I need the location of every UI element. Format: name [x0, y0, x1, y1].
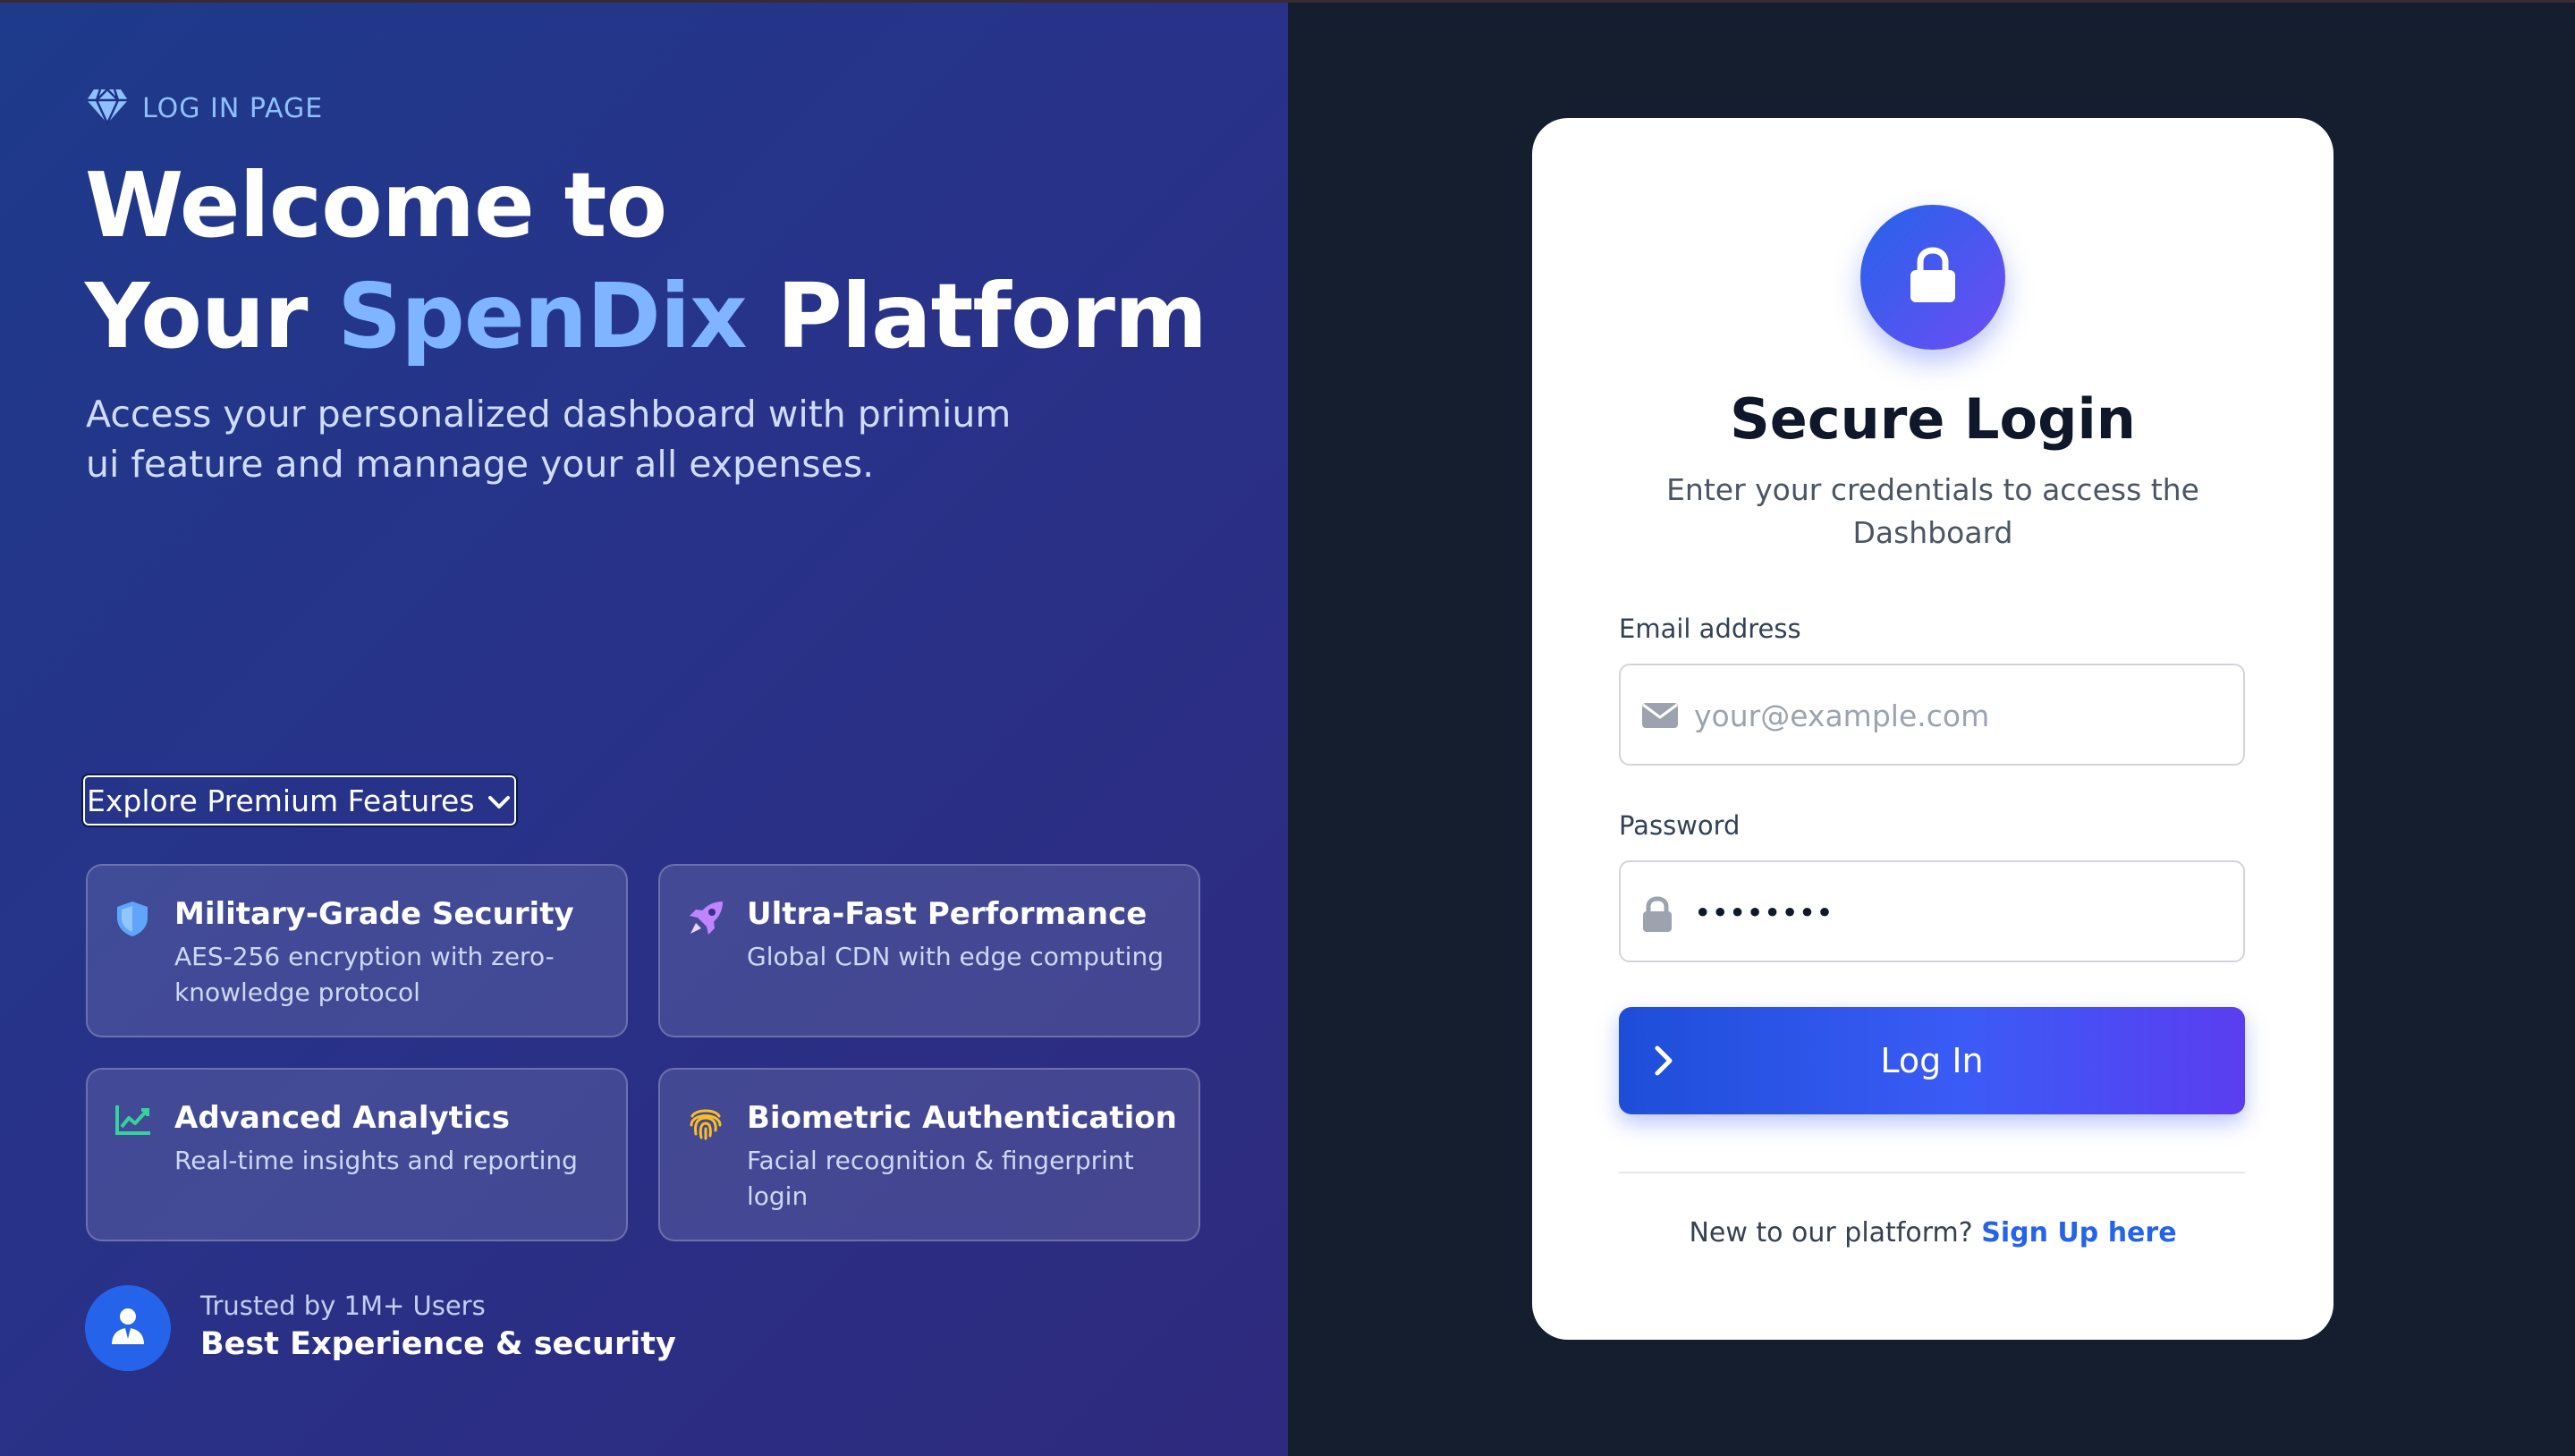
- signup-link[interactable]: Sign Up here: [1981, 1217, 2176, 1249]
- signup-prompt: New to our platform?: [1689, 1217, 1973, 1249]
- feature-description: Real-time insights and reporting: [174, 1146, 578, 1175]
- login-button[interactable]: Log In: [1619, 1007, 2245, 1114]
- login-subtitle: Enter your credentials to access the Das…: [1666, 472, 2199, 550]
- feature-description: AES-256 encryption with zero-knowledge p…: [174, 942, 555, 1007]
- shield-icon: [114, 900, 150, 936]
- login-card: Secure Login Enter your credentials to a…: [1532, 118, 2334, 1340]
- feature-title: Military-Grade Security: [174, 896, 574, 932]
- feature-description: Facial recognition & fingerprint login: [747, 1146, 1134, 1211]
- fingerprint-icon: [687, 1104, 723, 1140]
- lock-icon: [1906, 246, 1960, 309]
- password-field[interactable]: [1692, 862, 2232, 962]
- password-label: Password: [1619, 810, 1741, 841]
- envelope-icon: [1640, 699, 1680, 733]
- email-field-wrapper: [1619, 664, 2245, 766]
- chevron-down-icon: [487, 783, 511, 818]
- avatar: [85, 1285, 171, 1371]
- hero-panel: LOG IN PAGE Welcome to Your SpenDix Plat…: [0, 3, 1288, 1456]
- headline-line1: Welcome to: [85, 153, 667, 258]
- signup-row: New to our platform? Sign Up here: [1532, 1217, 2334, 1249]
- trust-headline: Best Experience & security: [200, 1326, 676, 1362]
- lock-icon: [1640, 896, 1674, 937]
- feature-card-performance: Ultra-Fast Performance Global CDN with e…: [658, 864, 1200, 1037]
- feature-title: Advanced Analytics: [174, 1100, 510, 1136]
- feature-description: Global CDN with edge computing: [747, 942, 1164, 971]
- login-panel: Secure Login Enter your credentials to a…: [1288, 3, 2575, 1456]
- feature-title: Biometric Authentication: [747, 1100, 1177, 1136]
- rocket-icon: [687, 900, 723, 935]
- chart-line-icon: [114, 1104, 150, 1139]
- feature-card-security: Military-Grade Security AES-256 encrypti…: [86, 864, 628, 1037]
- brand: LOG IN PAGE: [85, 88, 323, 129]
- brand-name: SpenDix: [337, 264, 747, 368]
- login-button-label: Log In: [1880, 1041, 1984, 1080]
- feature-title: Ultra-Fast Performance: [747, 896, 1148, 932]
- email-field[interactable]: [1692, 665, 2232, 766]
- hero-headline: Welcome to Your SpenDix Platform: [85, 150, 1207, 372]
- feature-card-analytics: Advanced Analytics Real-time insights an…: [86, 1068, 628, 1241]
- divider: [1619, 1172, 2245, 1173]
- explore-label: Explore Premium Features: [87, 783, 475, 818]
- feature-card-biometric: Biometric Authentication Facial recognit…: [658, 1068, 1200, 1241]
- email-label: Email address: [1619, 614, 1801, 644]
- trust-caption: Trusted by 1M+ Users: [200, 1291, 486, 1321]
- headline-prefix: Your: [85, 264, 308, 368]
- diamond-icon: [85, 88, 130, 129]
- explore-features-dropdown[interactable]: Explore Premium Features: [81, 774, 518, 827]
- lock-badge: [1860, 205, 2005, 350]
- hero-description: Access your personalized dashboard with …: [86, 393, 1012, 486]
- login-title: Secure Login: [1730, 386, 2136, 452]
- brand-label: LOG IN PAGE: [142, 92, 324, 124]
- user-tie-icon: [110, 1307, 146, 1350]
- headline-suffix: Platform: [776, 264, 1208, 368]
- password-field-wrapper: [1619, 860, 2245, 962]
